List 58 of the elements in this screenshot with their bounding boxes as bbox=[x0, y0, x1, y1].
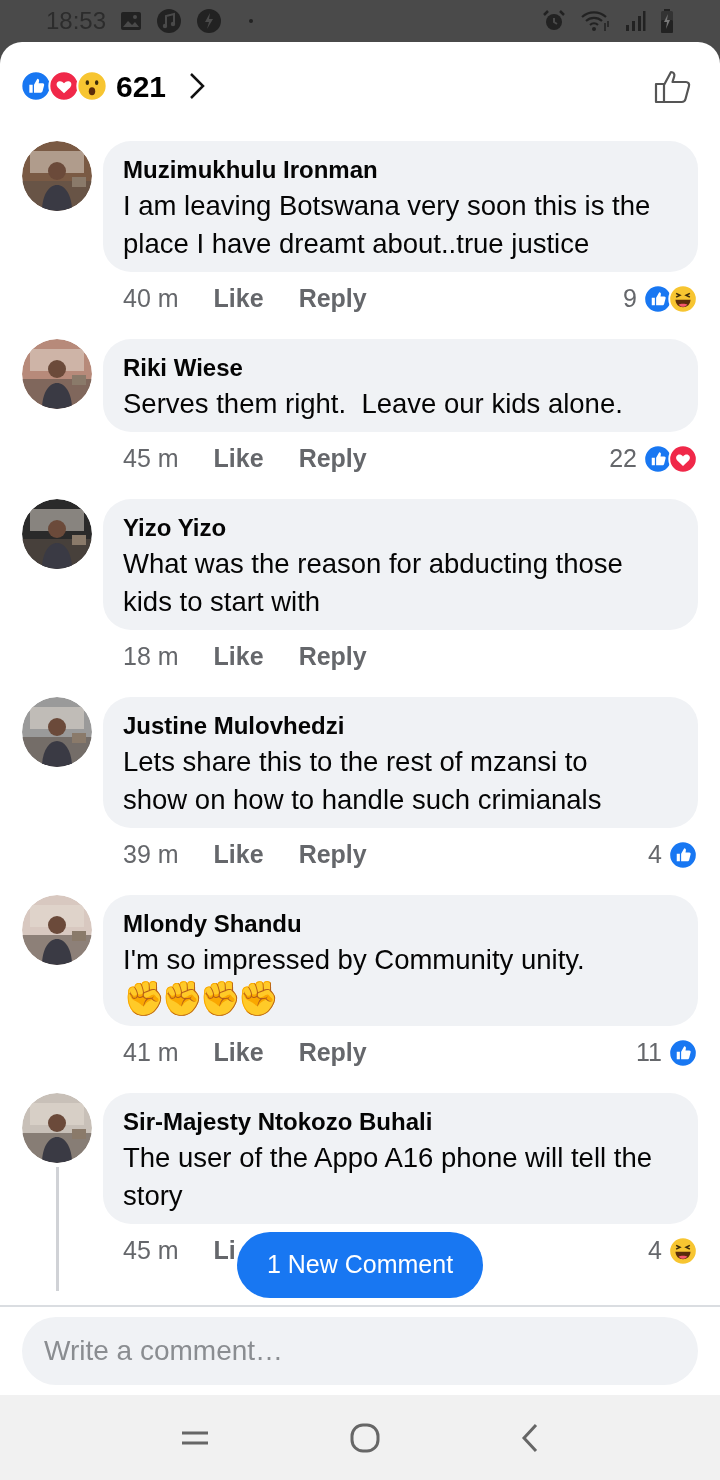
like-reaction-icon bbox=[668, 840, 698, 870]
heart-reaction-icon bbox=[668, 444, 698, 474]
comment-text: Serves them right. Leave our kids alone. bbox=[123, 387, 624, 421]
comment-time: 39 m bbox=[123, 839, 179, 871]
like-reaction-icon bbox=[643, 444, 673, 474]
comment-author[interactable]: Mlondy Shandu bbox=[123, 907, 654, 941]
wifi-icon bbox=[580, 9, 610, 33]
reply-link[interactable]: Reply bbox=[298, 1034, 367, 1072]
comment-time: 45 m bbox=[123, 1235, 179, 1267]
emoji-text: ✊✊✊✊ bbox=[123, 979, 276, 1017]
new-comment-button[interactable]: 1 New Comment bbox=[237, 1232, 483, 1298]
like-reaction-icon bbox=[643, 284, 673, 314]
dot-icon bbox=[248, 18, 255, 24]
reaction-count[interactable]: 22 bbox=[609, 440, 637, 478]
comment-author[interactable]: Justine Mulovhedzi bbox=[123, 709, 654, 743]
heart-reaction-icon bbox=[48, 70, 80, 102]
reaction-count[interactable]: 4 bbox=[648, 836, 662, 874]
home-icon bbox=[349, 1421, 381, 1454]
comment-time: 40 m bbox=[123, 283, 179, 315]
music-icon bbox=[156, 8, 183, 34]
reply-link[interactable]: Reply bbox=[298, 836, 367, 874]
like-link[interactable]: Like bbox=[213, 836, 264, 874]
reaction-count[interactable]: 11 bbox=[636, 1034, 662, 1072]
comment-author[interactable]: Yizo Yizo bbox=[123, 511, 654, 545]
comment-text: I'm so impressed by Community unity. bbox=[123, 943, 586, 977]
battery-icon bbox=[660, 8, 674, 34]
like-reaction-icon bbox=[20, 70, 52, 102]
comment-author[interactable]: Riki Wiese bbox=[123, 351, 654, 385]
comment-text: The user of the Appo A16 phone will tell the story bbox=[123, 1141, 653, 1213]
like-link[interactable]: Like bbox=[213, 280, 264, 318]
like-link[interactable]: Like bbox=[213, 1034, 264, 1072]
alarm-icon bbox=[542, 9, 566, 33]
reaction-count[interactable]: 4 bbox=[648, 1232, 662, 1270]
comment-text: Lets share this to the rest of mzansi to show on how to handle such crimianals bbox=[123, 745, 603, 817]
laughing-face-icon bbox=[668, 1236, 698, 1266]
comment-text: I am leaving Botswana very soon this is the place I have dreamt about..true justice bbox=[123, 189, 652, 261]
reaction-count[interactable]: 9 bbox=[623, 280, 637, 318]
comment-author[interactable]: Muzimukhulu Ironman bbox=[123, 153, 654, 187]
laughing-face-icon bbox=[668, 284, 698, 314]
comment-author[interactable]: Sir-Majesty Ntokozo Buhali bbox=[123, 1105, 654, 1139]
like-reaction-icon bbox=[668, 1038, 698, 1068]
surprised-face-icon bbox=[76, 70, 108, 102]
like-link[interactable]: Li bbox=[213, 1232, 236, 1270]
reaction-count[interactable]: 621 bbox=[116, 63, 167, 109]
comment-input[interactable]: Write a comment… bbox=[22, 1317, 698, 1385]
reply-link[interactable]: Reply bbox=[298, 280, 367, 318]
comment-time: 45 m bbox=[123, 443, 179, 475]
chevron-right-icon bbox=[188, 71, 207, 101]
signal-icon bbox=[624, 10, 646, 32]
comment-time: 41 m bbox=[123, 1037, 179, 1069]
like-link[interactable]: Like bbox=[213, 638, 264, 676]
reply-link[interactable]: Reply bbox=[298, 638, 367, 676]
bolt-icon bbox=[196, 8, 223, 34]
comment-text: What was the reason for abducting those kids to start with bbox=[123, 547, 624, 619]
comment-time: 18 m bbox=[123, 641, 179, 673]
reply-link[interactable]: Reply bbox=[298, 440, 367, 478]
like-link[interactable]: Like bbox=[213, 440, 264, 478]
gallery-icon bbox=[120, 11, 143, 31]
